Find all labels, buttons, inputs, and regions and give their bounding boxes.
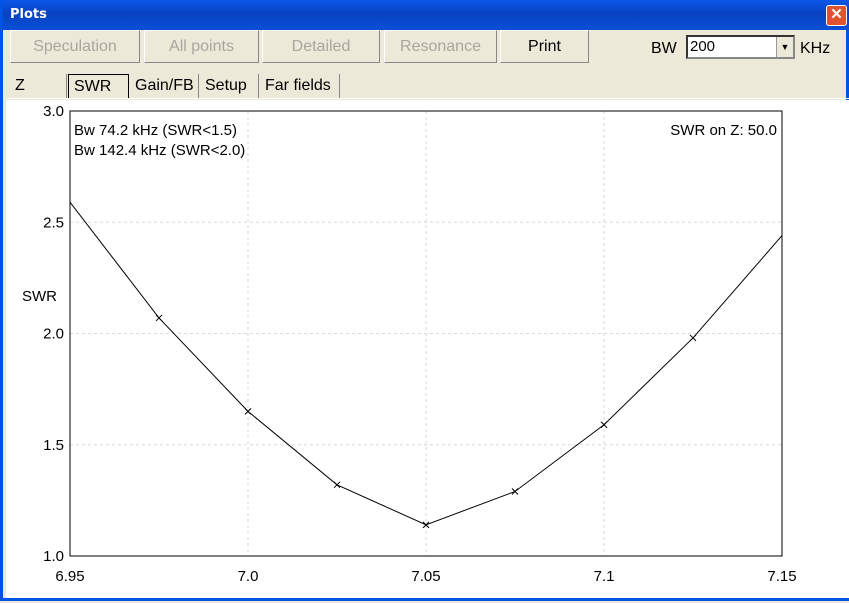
x-tick-label: 7.1 xyxy=(594,568,615,585)
y-tick-label: 2.5 xyxy=(43,214,64,231)
bw-2p0-annotation: Bw 142.4 kHz (SWR<2.0) xyxy=(74,142,245,159)
tab-swr[interactable]: SWR xyxy=(68,74,129,98)
swr-chart: 1.0 1.5 2.0 2.5 3.0 6.95 7.0 7.05 7.1 7.15 SWR B… xyxy=(22,103,797,585)
all-points-button[interactable]: All points xyxy=(144,30,259,63)
data-point-marker xyxy=(689,334,697,342)
bw-unit-label: KHz xyxy=(800,40,831,57)
tabs-divider xyxy=(6,98,849,99)
y-tick-label: 1.5 xyxy=(43,437,64,454)
data-point-marker xyxy=(511,488,519,495)
plot-panel: 1.0 1.5 2.0 2.5 3.0 6.95 7.0 7.05 7.1 7.15 SWR B… xyxy=(6,100,849,598)
bw-1p5-annotation: Bw 74.2 kHz (SWR<1.5) xyxy=(74,122,237,139)
data-point-marker xyxy=(155,314,163,322)
tab-gain-fb[interactable]: Gain/FB xyxy=(130,74,199,98)
y-axis-label: SWR xyxy=(22,288,57,305)
bw-select[interactable]: 200 ▼ xyxy=(686,35,795,59)
x-tick-label: 7.0 xyxy=(238,568,259,585)
tab-z[interactable]: Z xyxy=(10,74,67,98)
y-tick-label: 1.0 xyxy=(43,548,64,565)
y-tick-labels: 1.0 1.5 2.0 2.5 3.0 xyxy=(43,103,64,565)
x-tick-label: 7.15 xyxy=(767,568,796,585)
close-button[interactable]: ✕ xyxy=(826,5,847,26)
bw-value: 200 xyxy=(690,38,716,55)
bw-label: BW xyxy=(651,40,677,57)
y-tick-label: 3.0 xyxy=(43,103,64,120)
x-tick-label: 7.05 xyxy=(411,568,440,585)
window-title: Plots xyxy=(10,7,47,22)
y-tick-label: 2.0 xyxy=(43,326,64,343)
detailed-button[interactable]: Detailed xyxy=(262,30,380,63)
tab-far-fields[interactable]: Far fields xyxy=(260,74,340,98)
speculation-button[interactable]: Speculation xyxy=(10,30,140,63)
title-bar[interactable]: Plots ✕ xyxy=(3,0,849,30)
print-button[interactable]: Print xyxy=(500,30,589,63)
x-tick-label: 6.95 xyxy=(55,568,84,585)
data-point-marker xyxy=(333,481,341,489)
tab-setup[interactable]: Setup xyxy=(200,74,259,98)
chart-grid xyxy=(70,111,782,556)
plots-window: Plots ✕ Speculation All points Detailed … xyxy=(0,0,849,601)
data-point-marker xyxy=(600,421,608,429)
dropdown-arrow-icon[interactable]: ▼ xyxy=(776,37,793,57)
swr-on-z-annotation: SWR on Z: 50.0 xyxy=(670,122,777,139)
x-tick-labels: 6.95 7.0 7.05 7.1 7.15 xyxy=(55,568,796,585)
resonance-button[interactable]: Resonance xyxy=(384,30,497,63)
